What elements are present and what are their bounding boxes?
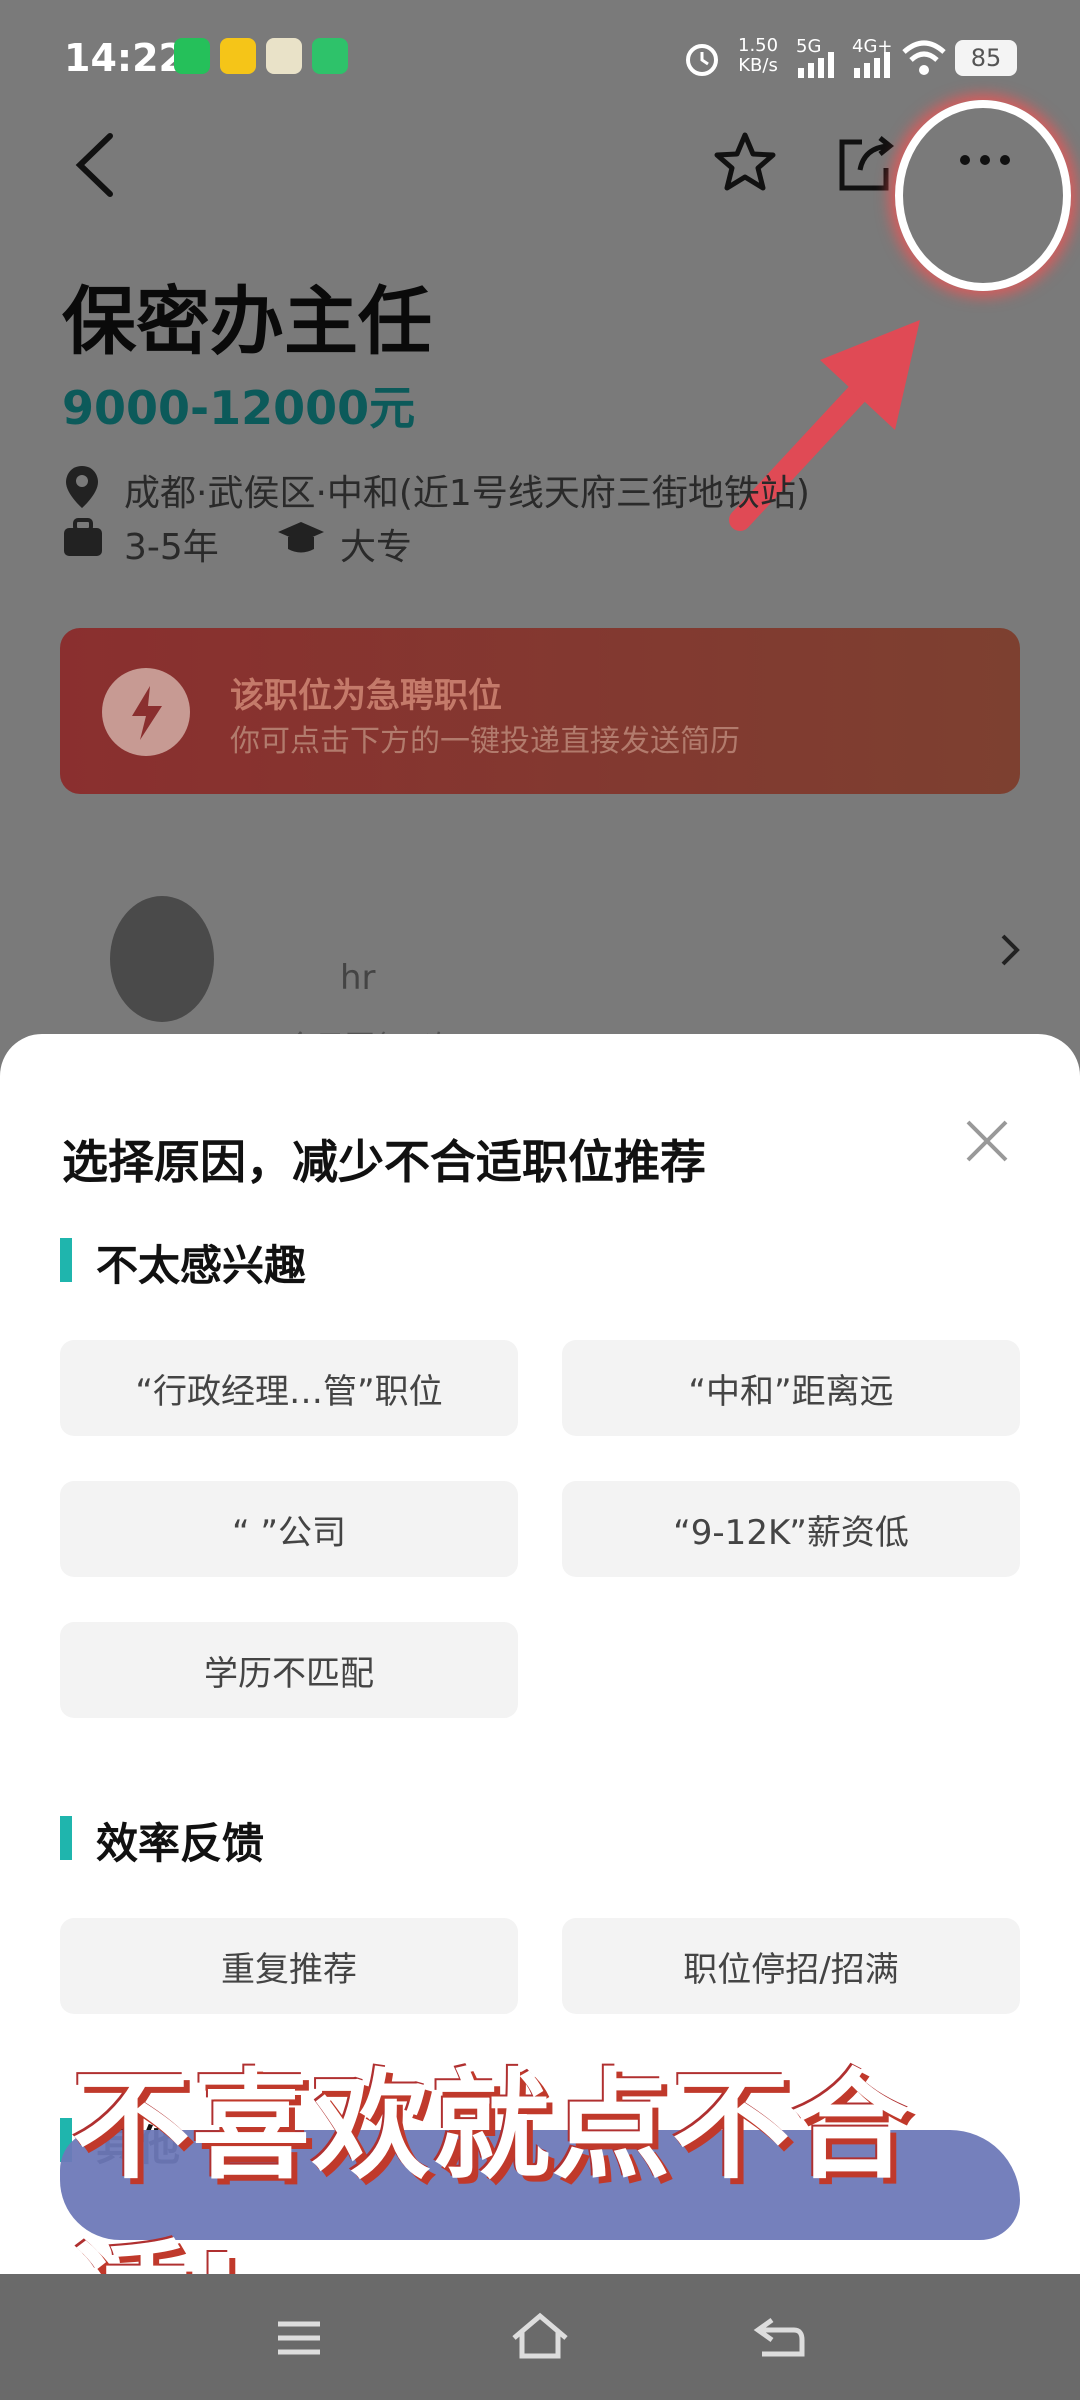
reason-chip[interactable]: “行政经理…管”职位	[60, 1340, 518, 1436]
job-title: 保密办主任	[62, 279, 432, 365]
star-icon[interactable]	[712, 130, 778, 196]
section-title-not-interested: 不太感兴趣	[96, 1241, 307, 1290]
net-speed: 1.50 KB/s	[738, 35, 779, 76]
urgent-title: 该职位为急聘职位	[230, 676, 502, 716]
home-icon[interactable]	[510, 2312, 570, 2362]
wechat-icon	[174, 38, 210, 74]
signal-icon-2	[854, 52, 890, 78]
annotation-circle	[895, 100, 1071, 291]
graduation-cap-icon	[278, 522, 324, 553]
reason-chip[interactable]: 职位停招/招满	[562, 1918, 1020, 2014]
section-marker	[60, 1816, 72, 1860]
recruiter-name: hr	[340, 958, 376, 998]
notes-icon	[220, 38, 256, 74]
phone-icon	[312, 38, 348, 74]
reason-chip[interactable]: “9-12K”薪资低	[562, 1481, 1020, 1577]
urgent-subtitle: 你可点击下方的一键投递直接发送简历	[230, 724, 740, 759]
back-nav-icon[interactable]	[752, 2314, 806, 2360]
close-icon[interactable]	[962, 1116, 1012, 1166]
job-salary: 9000-12000元	[62, 381, 416, 435]
recruiter-avatar[interactable]	[110, 896, 214, 1022]
reason-chip[interactable]: “中和”距离远	[562, 1340, 1020, 1436]
battery-indicator: 85	[955, 40, 1017, 76]
job-education: 大专	[340, 527, 413, 568]
back-icon[interactable]	[70, 130, 120, 200]
section-marker	[60, 1238, 72, 1282]
status-time: 14:22	[64, 36, 185, 80]
location-pin-icon	[66, 466, 98, 508]
alarm-icon	[686, 44, 718, 76]
urgent-banner: 该职位为急聘职位 你可点击下方的一键投递直接发送简历	[60, 628, 1020, 794]
system-nav-bar	[0, 2274, 1080, 2400]
job-location: 成都·武侯区·中和(近1号线天府三街地铁站)	[124, 473, 810, 514]
status-bar: 14:22 1.50 KB/s 5G 4G+ 85	[0, 0, 1080, 110]
section-title-efficiency: 效率反馈	[96, 1819, 265, 1868]
wifi-icon	[902, 40, 946, 75]
reason-chip[interactable]: 重复推荐	[60, 1918, 518, 2014]
reason-chip[interactable]: “ ”公司	[60, 1481, 518, 1577]
signal-icon	[798, 52, 834, 78]
share-icon[interactable]	[834, 130, 896, 196]
briefcase-icon	[64, 518, 102, 556]
app-icon	[266, 38, 302, 74]
reason-chip[interactable]: 学历不匹配	[60, 1622, 518, 1718]
sheet-title: 选择原因，减少不合适职位推荐	[62, 1135, 706, 1189]
job-experience: 3-5年	[124, 527, 219, 568]
menu-icon[interactable]	[274, 2318, 324, 2358]
chevron-right-icon[interactable]	[995, 930, 1025, 970]
bolt-icon	[102, 668, 190, 756]
